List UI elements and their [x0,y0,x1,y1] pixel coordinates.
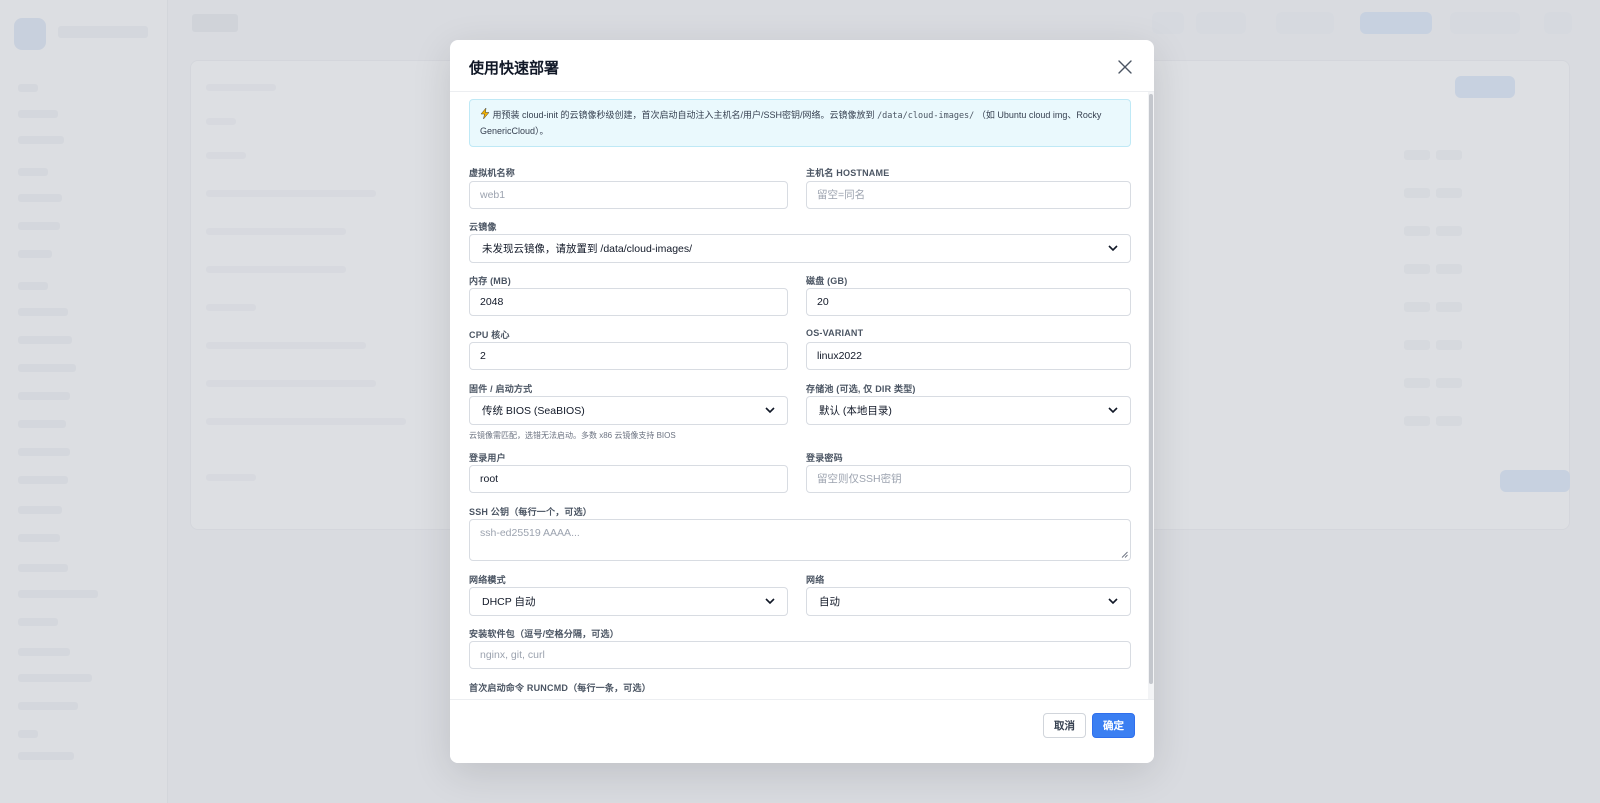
confirm-button[interactable]: 确定 [1092,713,1135,738]
chevron-down-icon [1108,597,1118,607]
network-label: 网络 [806,575,825,585]
modal-title: 使用快速部署 [469,60,560,77]
disk-label: 磁盘 (GB) [806,276,848,286]
network-select[interactable]: 自动 [806,587,1131,616]
chevron-down-icon [765,597,775,607]
vm-name-input[interactable] [469,181,788,209]
hostname-input[interactable] [806,181,1131,209]
close-icon [1118,60,1132,74]
modal-header: 使用快速部署 [450,40,1154,92]
cancel-button[interactable]: 取消 [1043,713,1086,738]
vm-name-label: 虚拟机名称 [469,168,516,178]
storage-pool-select[interactable]: 默认 (本地目录) [806,396,1131,425]
firmware-selected: 传统 BIOS (SeaBIOS) [482,405,585,417]
network-mode-select[interactable]: DHCP 自动 [469,587,788,616]
os-variant-input[interactable] [806,342,1131,370]
chevron-down-icon [765,406,775,416]
firmware-label: 固件 / 启动方式 [469,384,533,394]
packages-label: 安装软件包（逗号/空格分隔，可选） [469,629,619,639]
storage-pool-selected: 默认 (本地目录) [819,405,892,417]
modal-scrollbar-thumb[interactable] [1149,94,1153,684]
ssh-key-label: SSH 公钥（每行一个，可选） [469,507,593,517]
storage-pool-label: 存储池 (可选, 仅 DIR 类型) [806,384,916,394]
network-mode-selected: DHCP 自动 [482,596,536,608]
notice-text: 用预装 cloud-init 的云镜像秒级创建，首次启动自动注入主机名/用户/S… [492,110,875,120]
disk-input[interactable] [806,288,1131,316]
cpu-input[interactable] [469,342,788,370]
chevron-down-icon [1108,244,1118,254]
cloud-init-notice: 用预装 cloud-init 的云镜像秒级创建，首次启动自动注入主机名/用户/S… [469,99,1131,147]
network-selected: 自动 [819,596,840,608]
memory-input[interactable] [469,288,788,316]
cloud-image-label: 云镜像 [469,222,497,232]
memory-label: 内存 (MB) [469,276,511,286]
login-password-label: 登录密码 [806,453,843,463]
cpu-label: CPU 核心 [469,330,510,340]
lightning-icon [480,107,490,120]
ssh-key-textarea[interactable] [469,519,1131,561]
firmware-select[interactable]: 传统 BIOS (SeaBIOS) [469,396,788,425]
login-user-input[interactable] [469,465,788,493]
network-mode-label: 网络模式 [469,575,506,585]
os-variant-label: OS-VARIANT [806,328,864,338]
notice-path: /data/cloud-images/ [877,111,975,121]
modal-footer: 取消 确定 [450,699,1154,763]
cloud-image-selected: 未发现云镜像，请放置到 /data/cloud-images/ [482,243,693,255]
resize-grip-icon[interactable] [1121,551,1128,558]
runcmd-label: 首次启动命令 RUNCMD（每行一条，可选） [469,683,651,693]
close-button[interactable] [1114,56,1136,78]
hostname-label: 主机名 HOSTNAME [806,168,890,178]
chevron-down-icon [1108,406,1118,416]
login-password-input[interactable] [806,465,1131,493]
cloud-image-select[interactable]: 未发现云镜像，请放置到 /data/cloud-images/ [469,234,1131,263]
login-user-label: 登录用户 [469,453,506,463]
quick-deploy-modal: 使用快速部署 用预装 cloud-init 的云镜像秒级创建，首次启动自动注入主… [450,40,1154,763]
packages-input[interactable] [469,641,1131,669]
firmware-hint: 云镜像需匹配，选错无法启动。多数 x86 云镜像支持 BIOS [469,431,676,440]
